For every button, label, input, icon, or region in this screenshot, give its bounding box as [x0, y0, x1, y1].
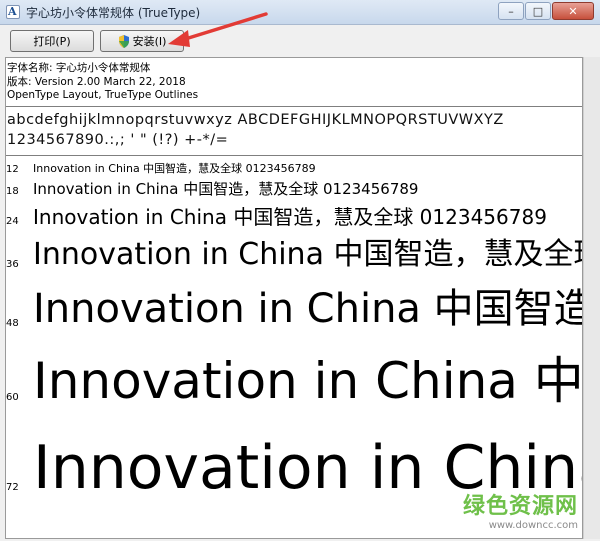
sample-size-label: 60	[6, 392, 19, 403]
sample-text: Innovation in China 中国智造，慧及全球 0123456789	[33, 352, 583, 410]
font-version-line: 版本: Version 2.00 March 22, 2018	[7, 76, 186, 88]
watermark-brand: 绿色资源网	[462, 494, 578, 519]
sample-text: Innovation in China 中国智造，慧及全球 0123456789	[33, 162, 316, 175]
toolbar: 打印(P) 安装(I)	[0, 25, 600, 55]
font-file-icon: A	[6, 5, 20, 19]
print-button-label: 打印(P)	[33, 35, 71, 48]
font-preview-pane: 字体名称: 字心坊小令体常规体 版本: Version 2.00 March 2…	[5, 57, 583, 539]
sample-size-label: 72	[6, 482, 19, 493]
font-name-line: 字体名称: 字心坊小令体常规体	[7, 62, 151, 74]
sample-size-label: 48	[6, 318, 19, 329]
font-features-line: OpenType Layout, TrueType Outlines	[7, 89, 199, 101]
sample-size-label: 12	[6, 164, 19, 175]
charset-letters: abcdefghijklmnopqrstuvwxyz ABCDEFGHIJKLM…	[7, 112, 504, 128]
sample-size-label: 36	[6, 259, 19, 270]
sample-size-label: 24	[6, 216, 19, 227]
minimize-button[interactable]: –	[498, 2, 524, 20]
font-viewer-window: A 字心坊小令体常规体 (TrueType) – □ ✕ 打印(P) 安装(I)	[0, 0, 600, 541]
site-watermark: 绿色资源网 www.downcc.com	[463, 488, 578, 531]
charset-symbols: 1234567890.:,; ' " (!?) +-*/=	[7, 132, 229, 148]
sample-text: Innovation in China 中国智造，慧及全球 0123456789	[33, 180, 419, 198]
print-button[interactable]: 打印(P)	[10, 30, 94, 52]
uac-shield-icon	[118, 34, 130, 48]
sample-text: Innovation in China 中国智造，慧及全球 0123456789	[33, 237, 583, 272]
watermark-url: www.downcc.com	[488, 520, 578, 531]
vertical-scrollbar[interactable]	[583, 57, 600, 539]
title-bar[interactable]: A 字心坊小令体常规体 (TrueType) – □ ✕	[0, 0, 600, 25]
window-controls: – □ ✕	[498, 2, 594, 20]
annotation-arrow	[168, 12, 268, 47]
sample-text: Innovation in China 中国智造，慧及全球 0123456789	[33, 205, 547, 229]
sample-text: Innovation in China 中国智造，慧及全球 0123456789	[33, 286, 583, 332]
maximize-button[interactable]: □	[525, 2, 551, 20]
separator	[6, 155, 582, 156]
close-button[interactable]: ✕	[552, 2, 594, 20]
sample-size-label: 18	[6, 186, 19, 197]
separator	[6, 106, 582, 107]
